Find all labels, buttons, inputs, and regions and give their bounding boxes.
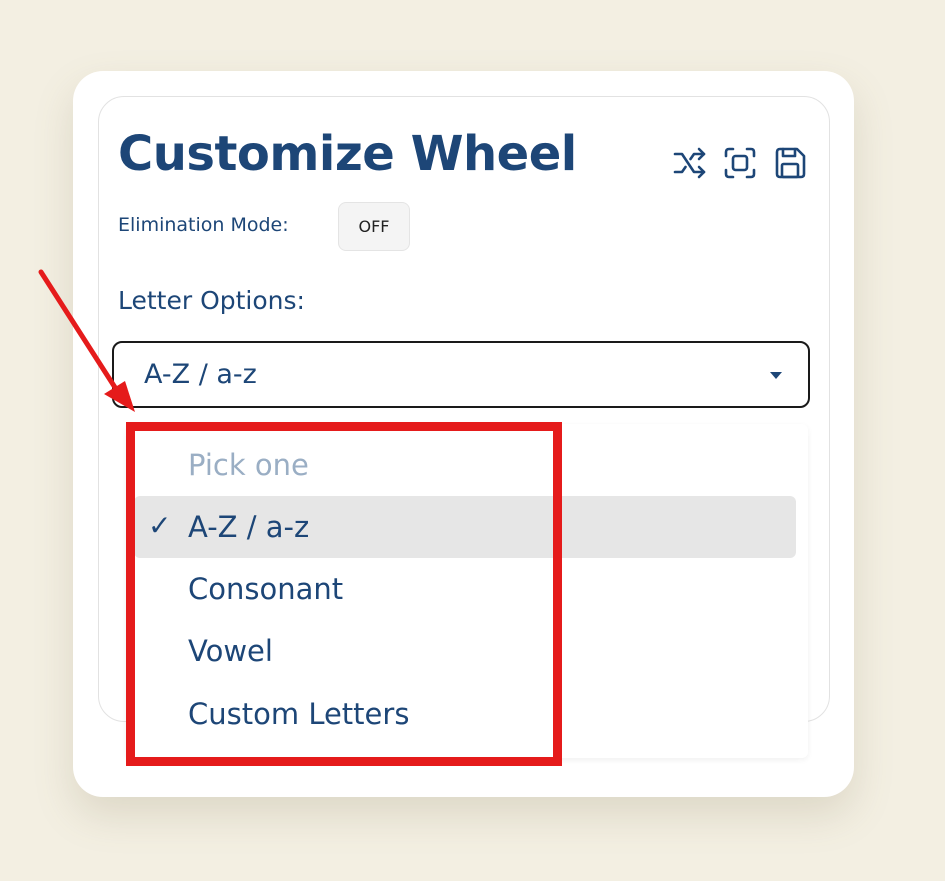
page-title: Customize Wheel bbox=[118, 126, 577, 182]
save-icon bbox=[775, 147, 806, 179]
app-stage: Customize Wheel Elimination Mode: OFF Le… bbox=[0, 0, 945, 881]
fullscreen-icon bbox=[724, 147, 756, 179]
caret-down-icon bbox=[770, 372, 782, 379]
annotation-highlight-box bbox=[126, 422, 562, 766]
shuffle-button[interactable] bbox=[671, 144, 709, 182]
letter-options-label: Letter Options: bbox=[118, 286, 305, 315]
elimination-mode-label: Elimination Mode: bbox=[118, 214, 289, 236]
save-button[interactable] bbox=[771, 144, 809, 182]
letter-options-select[interactable]: A-Z / a-z bbox=[112, 341, 810, 408]
fullscreen-button[interactable] bbox=[721, 144, 759, 182]
select-current-value: A-Z / a-z bbox=[144, 359, 257, 390]
elimination-mode-toggle[interactable]: OFF bbox=[338, 202, 410, 251]
shuffle-icon bbox=[673, 147, 706, 179]
